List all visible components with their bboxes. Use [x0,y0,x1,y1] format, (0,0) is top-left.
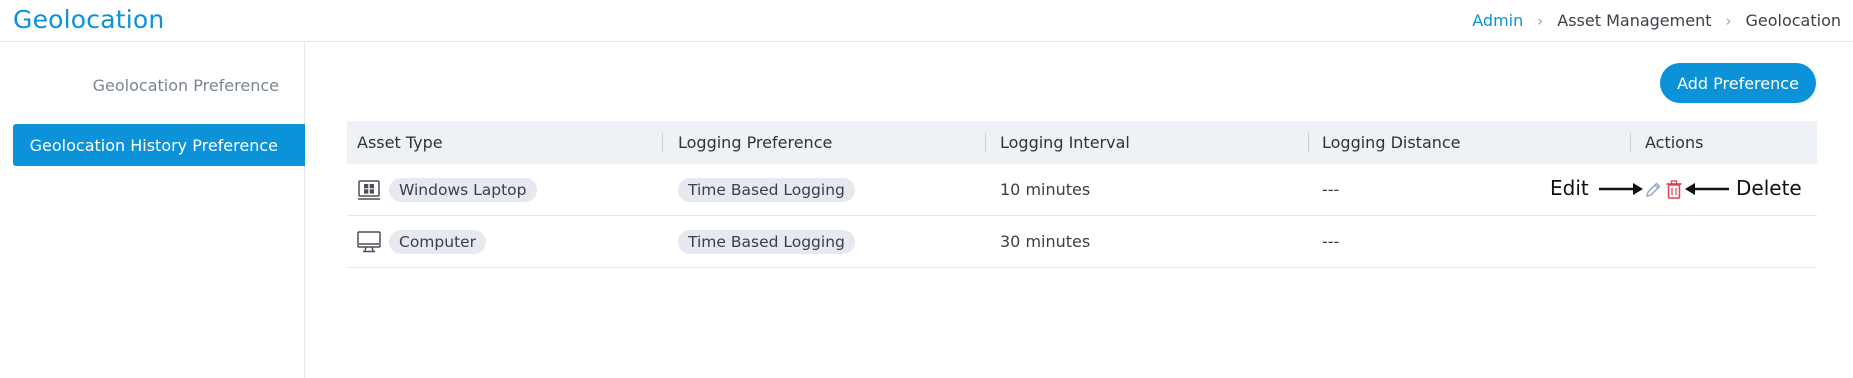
top-bar: Geolocation Admin › Asset Management › G… [0,0,1853,42]
edit-pencil-icon[interactable] [1644,181,1662,199]
breadcrumb: Admin › Asset Management › Geolocation [1472,11,1841,30]
add-preference-button[interactable]: Add Preference [1660,63,1816,103]
logging-interval-cell: 30 minutes [1000,232,1091,251]
logging-distance-cell: --- [1322,232,1340,251]
arrow-right-icon [1599,183,1643,195]
asset-type-cell: Computer [357,216,487,267]
column-header-actions: Actions [1645,133,1704,152]
arrow-left-icon [1685,183,1729,195]
logging-interval-cell: 10 minutes [1000,180,1091,199]
sidebar-item-geolocation-preference[interactable]: Geolocation Preference [13,64,305,106]
chevron-right-icon: › [1537,11,1544,30]
asset-type-cell: Windows Laptop [357,164,537,215]
logging-distance-cell: --- [1322,180,1340,199]
windows-laptop-icon [357,178,381,202]
delete-trash-icon[interactable] [1666,180,1682,199]
asset-type-chip: Computer [389,229,487,254]
logging-preference-cell: Time Based Logging [678,164,855,215]
sidebar-item-geolocation-history-preference[interactable]: Geolocation History Preference [13,124,305,166]
column-header-logging-preference: Logging Preference [678,133,833,152]
breadcrumb-asset-management[interactable]: Asset Management [1557,11,1711,30]
delete-annotation-label: Delete [1736,176,1802,200]
logging-preference-chip: Time Based Logging [678,177,855,202]
sidebar: Geolocation Preference Geolocation Histo… [0,42,305,378]
page-title: Geolocation [13,5,165,34]
column-header-logging-distance: Logging Distance [1322,133,1461,152]
table-row: Windows Laptop Time Based Logging 10 min… [347,164,1817,216]
computer-monitor-icon [357,230,381,254]
breadcrumb-geolocation: Geolocation [1745,11,1841,30]
column-header-asset-type: Asset Type [357,133,443,152]
asset-type-chip: Windows Laptop [389,177,537,202]
breadcrumb-admin[interactable]: Admin [1472,11,1523,30]
edit-annotation-label: Edit [1550,176,1589,200]
logging-preference-cell: Time Based Logging [678,216,855,267]
logging-preference-chip: Time Based Logging [678,229,855,254]
chevron-right-icon: › [1725,11,1732,30]
preferences-table: Asset Type Logging Preference Logging In… [347,121,1817,268]
column-divider [985,133,986,152]
table-row: Computer Time Based Logging 30 minutes -… [347,216,1817,268]
column-divider [1308,133,1309,152]
column-header-logging-interval: Logging Interval [1000,133,1130,152]
column-divider [662,133,663,152]
column-divider [1630,133,1631,152]
table-header: Asset Type Logging Preference Logging In… [347,121,1817,164]
